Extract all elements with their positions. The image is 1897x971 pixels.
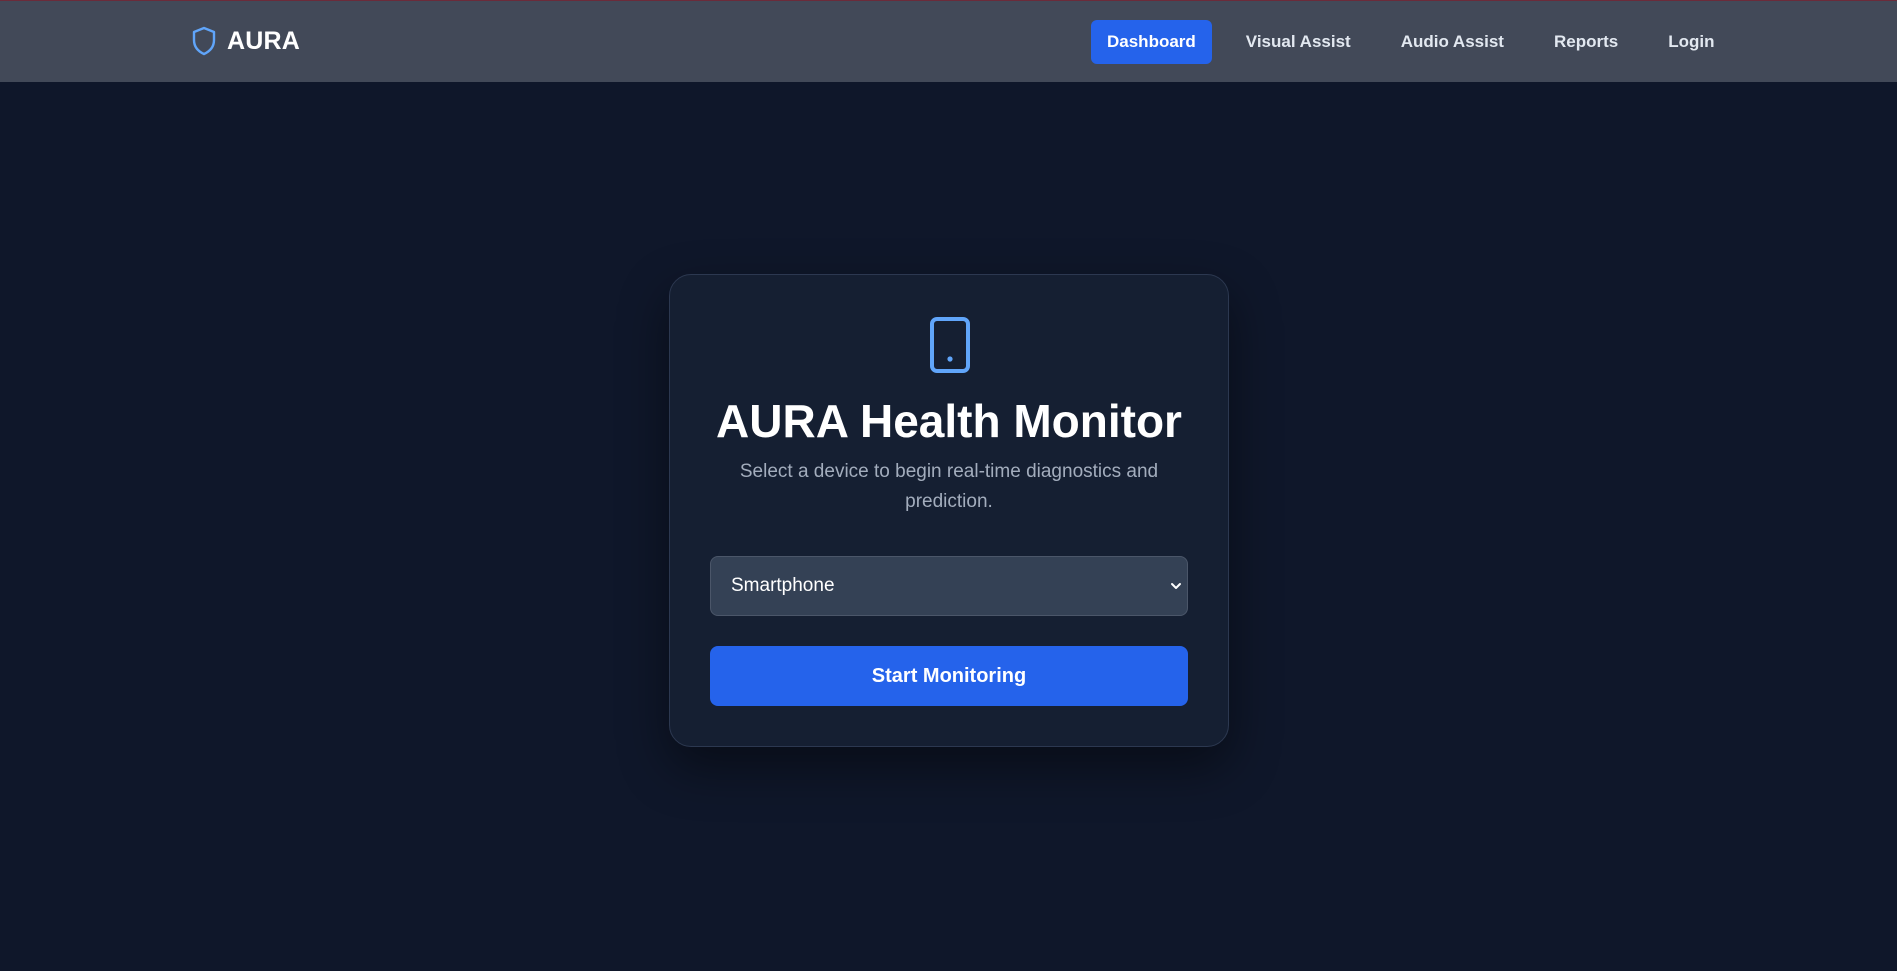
chevron-down-icon — [1171, 583, 1181, 589]
nav-link-dashboard[interactable]: Dashboard — [1091, 20, 1212, 64]
top-navbar: AURA Dashboard Visual Assist Audio Assis… — [0, 0, 1897, 82]
shield-icon — [192, 26, 216, 56]
nav-link-audio-assist[interactable]: Audio Assist — [1385, 20, 1520, 64]
nav-link-reports[interactable]: Reports — [1538, 20, 1634, 64]
start-monitoring-button[interactable]: Start Monitoring — [710, 646, 1188, 706]
page-title: AURA Health Monitor — [716, 395, 1182, 447]
device-select[interactable]: Smartphone — [710, 556, 1188, 616]
device-select-value: Smartphone — [731, 575, 835, 596]
device-selection-card: AURA Health Monitor Select a device to b… — [669, 274, 1229, 747]
brand-name: AURA — [227, 26, 301, 55]
nav-link-visual-assist[interactable]: Visual Assist — [1230, 20, 1367, 64]
smartphone-icon — [930, 317, 970, 373]
page-subtitle: Select a device to begin real-time diagn… — [739, 461, 1159, 512]
nav-link-login[interactable]: Login — [1652, 20, 1730, 64]
nav-links: Dashboard Visual Assist Audio Assist Rep… — [1091, 20, 1748, 64]
brand[interactable]: AURA — [191, 26, 300, 56]
